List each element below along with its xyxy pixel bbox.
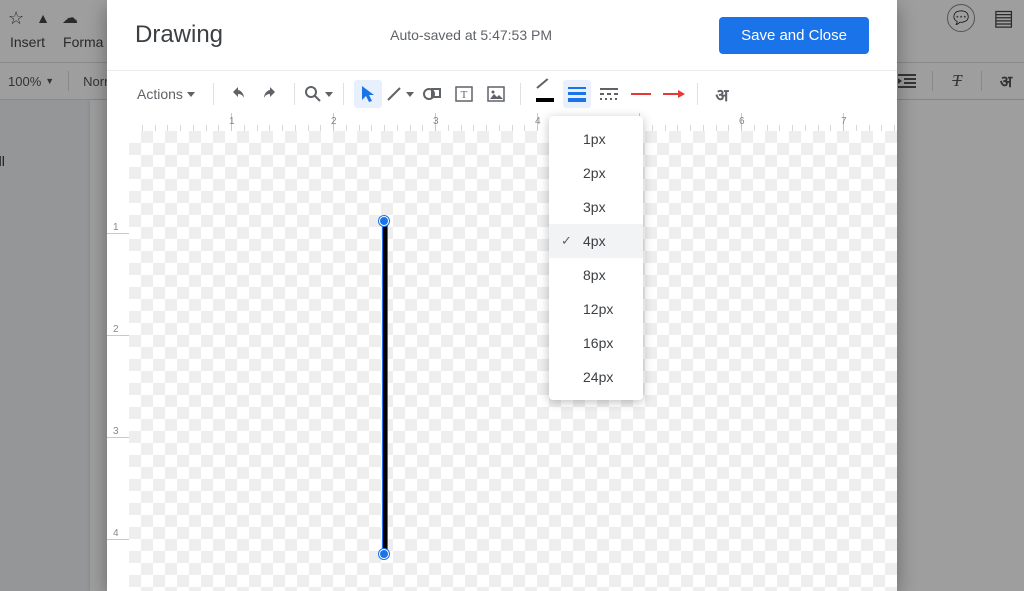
ruler-label: 6 — [739, 116, 745, 127]
comments-icon[interactable]: ▤ — [993, 5, 1014, 31]
zoom-menu[interactable] — [305, 80, 333, 108]
clear-format-icon[interactable]: T — [947, 71, 967, 91]
line-weight-option[interactable]: 4px — [549, 224, 643, 258]
save-and-close-button[interactable]: Save and Close — [719, 17, 869, 54]
image-tool[interactable] — [482, 80, 510, 108]
drawing-dialog: Drawing Auto-saved at 5:47:53 PM Save an… — [107, 0, 897, 591]
line-start-button[interactable] — [627, 80, 655, 108]
indent-increase-icon[interactable] — [898, 74, 918, 88]
line-weight-option[interactable]: 12px — [549, 292, 643, 326]
present-icon[interactable]: 💬 — [947, 4, 975, 32]
ruler-label: 1 — [229, 116, 235, 127]
line-handle-top[interactable] — [379, 216, 389, 226]
line-weight-option[interactable]: 8px — [549, 258, 643, 292]
menu-insert[interactable]: Insert — [10, 34, 45, 50]
dialog-header: Drawing Auto-saved at 5:47:53 PM Save an… — [107, 0, 897, 71]
star-icon[interactable] — [8, 8, 24, 29]
line-weight-option[interactable]: 3px — [549, 190, 643, 224]
select-tool[interactable] — [354, 80, 382, 108]
autosave-status: Auto-saved at 5:47:53 PM — [223, 27, 719, 43]
shape-tool[interactable] — [418, 80, 446, 108]
line-end-button[interactable] — [659, 80, 687, 108]
drawing-canvas[interactable] — [129, 131, 897, 591]
zoom-select[interactable]: 100%▼ — [8, 74, 54, 89]
paragraph-style-select[interactable]: Norr — [83, 74, 108, 89]
ruler-label: 3 — [113, 426, 119, 437]
line-handle-bottom[interactable] — [379, 549, 389, 559]
drawing-toolbar: Actions T — [107, 71, 897, 113]
line-weight-button[interactable] — [563, 80, 591, 108]
doc-text-fragment: document will — [0, 150, 5, 174]
line-dash-button[interactable] — [595, 80, 623, 108]
line-weight-option[interactable]: 24px — [549, 360, 643, 394]
actions-menu[interactable]: Actions — [129, 80, 203, 108]
input-tools-icon[interactable]: अ — [996, 70, 1016, 92]
drawn-line-shape[interactable] — [383, 221, 387, 551]
ruler-label: 2 — [113, 324, 119, 335]
line-weight-menu: 1px2px3px4px8px12px16px24px — [549, 116, 643, 400]
cloud-save-icon[interactable] — [62, 8, 78, 28]
ruler-label: 1 — [113, 222, 119, 233]
ruler-label: 3 — [433, 116, 439, 127]
undo-button[interactable] — [224, 80, 252, 108]
textbox-tool[interactable]: T — [450, 80, 478, 108]
menu-format[interactable]: Forma — [63, 34, 103, 50]
canvas-area: 1234567 1234 — [107, 113, 897, 591]
more-options-button[interactable]: अ — [708, 80, 736, 108]
line-weight-option[interactable]: 1px — [549, 122, 643, 156]
line-tool[interactable] — [386, 80, 414, 108]
svg-text:T: T — [461, 89, 468, 101]
line-weight-option[interactable]: 16px — [549, 326, 643, 360]
ruler-label: 2 — [331, 116, 337, 127]
redo-button[interactable] — [256, 80, 284, 108]
ruler-label: 7 — [841, 116, 847, 127]
dialog-title: Drawing — [135, 21, 223, 49]
ruler-label: 4 — [535, 116, 541, 127]
line-color-button[interactable] — [531, 80, 559, 108]
line-weight-option[interactable]: 2px — [549, 156, 643, 190]
vertical-ruler: 1 2 3 4 — [107, 131, 130, 591]
horizontal-ruler: 1234567 — [129, 113, 897, 132]
move-icon[interactable] — [36, 10, 50, 26]
ruler-label: 4 — [113, 528, 119, 539]
